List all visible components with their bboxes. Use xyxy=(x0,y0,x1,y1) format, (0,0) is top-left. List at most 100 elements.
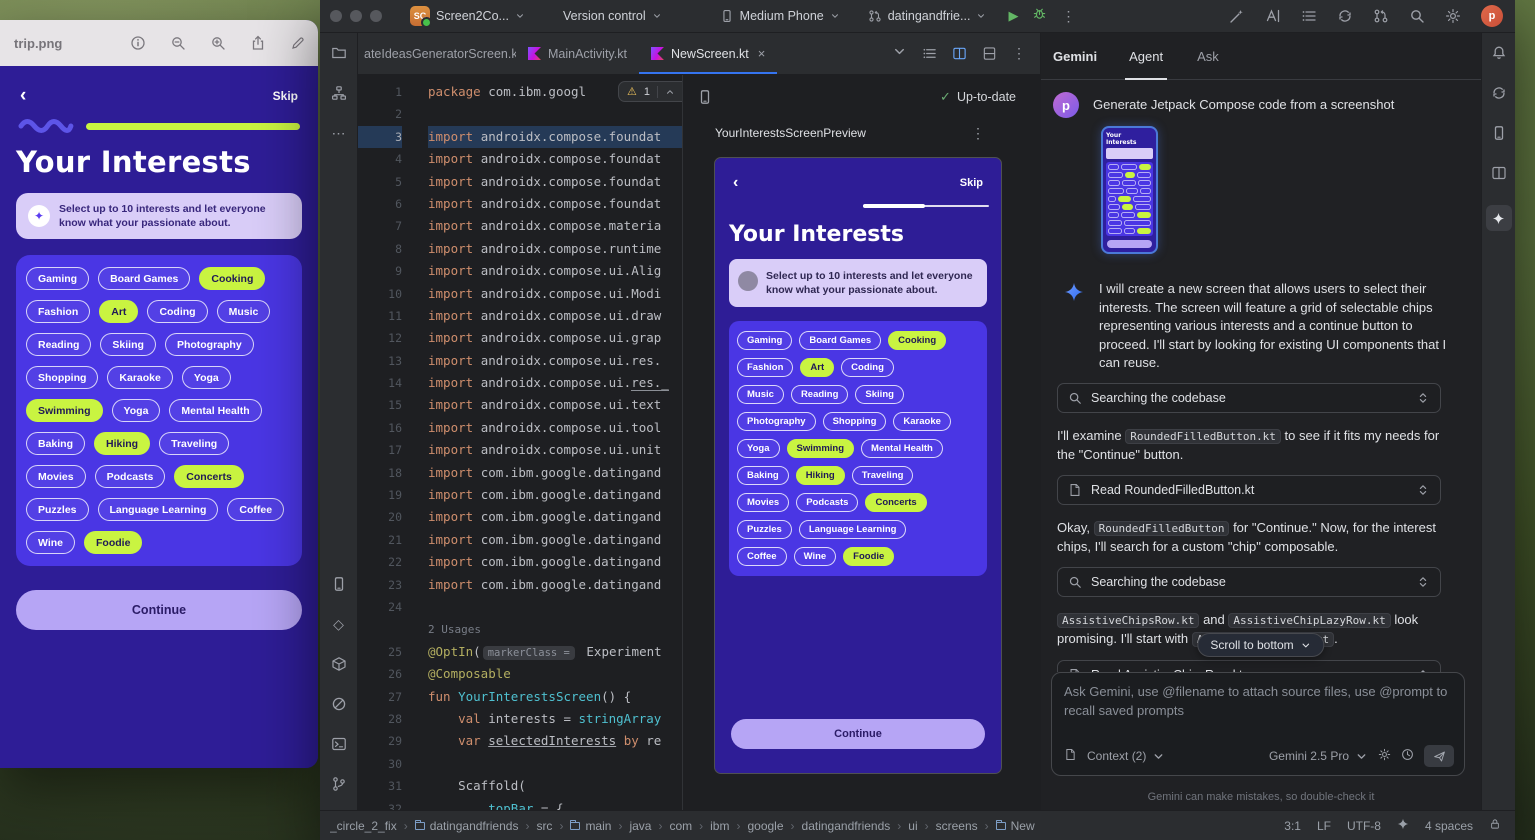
interest-chip: Art xyxy=(800,358,834,377)
run-config-selector[interactable]: datingandfrie... xyxy=(868,9,987,23)
gemini-input-box[interactable]: Context (2) Gemini 2.5 Pro xyxy=(1051,672,1465,776)
step-searching-codebase-1[interactable]: Searching the codebase xyxy=(1057,383,1441,413)
breadcrumb-item[interactable]: main xyxy=(570,819,611,833)
running-devices-icon[interactable] xyxy=(331,576,347,592)
sync-icon[interactable] xyxy=(1337,8,1353,24)
continue-button: Continue xyxy=(16,590,302,630)
run-button[interactable]: ▶ xyxy=(1008,8,1018,24)
interest-chip: Fashion xyxy=(737,358,793,377)
layout-inspector-icon[interactable] xyxy=(1491,165,1507,181)
expand-step-icon[interactable] xyxy=(1416,483,1430,497)
readonly-lock-icon[interactable] xyxy=(1489,818,1501,833)
notifications-icon[interactable] xyxy=(1491,45,1507,61)
expand-step-icon[interactable] xyxy=(1416,391,1430,405)
breadcrumb-item[interactable]: ibm xyxy=(710,819,729,833)
search-icon[interactable] xyxy=(1409,8,1425,24)
breadcrumb-item[interactable]: _circle_2_fix xyxy=(330,819,397,833)
code-view-icon[interactable] xyxy=(922,46,937,61)
ai-status-icon[interactable] xyxy=(1397,818,1409,833)
breadcrumb-item[interactable]: java xyxy=(629,819,651,833)
step-read-roundedfilledbutton[interactable]: Read RoundedFilledButton.kt xyxy=(1057,475,1441,505)
minimize-window-button[interactable] xyxy=(350,10,362,22)
inspection-widget[interactable]: ⚠ 1 xyxy=(618,81,682,102)
ai-rename-icon[interactable] xyxy=(1265,8,1281,24)
gemini-panel: Gemini Agent Ask p Generate Jetpack Comp… xyxy=(1040,33,1481,810)
terminal-icon[interactable] xyxy=(331,736,347,752)
split-view-icon[interactable] xyxy=(952,46,967,61)
expand-step-icon[interactable] xyxy=(1416,575,1430,589)
breadcrumb-item[interactable]: src xyxy=(536,819,552,833)
gemini-prompt-input[interactable] xyxy=(1064,683,1452,735)
device-selector[interactable]: Medium Phone xyxy=(720,9,840,23)
chat-history[interactable]: p Generate Jetpack Compose code from a s… xyxy=(1041,80,1481,672)
project-selector[interactable]: SC Screen2Co... xyxy=(410,6,525,26)
breadcrumb-item[interactable]: datingandfriends xyxy=(802,819,891,833)
tab-ask[interactable]: Ask xyxy=(1193,33,1223,79)
interest-chip: Podcasts xyxy=(95,465,166,488)
more-actions-icon[interactable]: ⋮ xyxy=(1061,8,1075,25)
breadcrumb-item[interactable]: screens xyxy=(936,819,978,833)
interest-chip: Fashion xyxy=(26,300,90,323)
prev-problem-icon[interactable] xyxy=(665,87,675,97)
interest-chip: Reading xyxy=(26,333,91,356)
code-editor[interactable]: 1234567891011121314151617181920212223242… xyxy=(358,75,682,810)
pull-request-icon[interactable] xyxy=(1373,8,1389,24)
line-ending[interactable]: LF xyxy=(1317,819,1331,833)
gemini-tool-icon[interactable] xyxy=(1486,205,1512,231)
tab-agent[interactable]: Agent xyxy=(1125,33,1167,79)
code-lines[interactable]: package com.ibm.googlimport androidx.com… xyxy=(416,75,682,810)
settings-icon[interactable] xyxy=(1445,8,1461,24)
gradle-sync-icon[interactable] xyxy=(1491,85,1507,101)
file-encoding[interactable]: UTF-8 xyxy=(1347,819,1381,833)
version-control-icon[interactable] xyxy=(331,776,347,792)
preview-options-icon[interactable]: ⋮ xyxy=(971,125,985,142)
breadcrumb-item[interactable]: com xyxy=(669,819,692,833)
build-icon[interactable] xyxy=(331,656,347,672)
send-button[interactable] xyxy=(1424,745,1454,767)
breadcrumb-item[interactable]: ui xyxy=(908,819,917,833)
caret-position[interactable]: 3:1 xyxy=(1284,819,1301,833)
screen-title: Your Interests xyxy=(16,145,302,179)
desktop-wallpaper: trip.png ‹ Skip Your Interests ✦ Select xyxy=(0,0,1535,840)
zoom-in-icon[interactable] xyxy=(210,35,226,51)
device-manager-icon[interactable] xyxy=(1491,125,1507,141)
close-window-button[interactable] xyxy=(330,10,342,22)
share-icon[interactable] xyxy=(250,35,266,51)
hidden-tabs-icon[interactable] xyxy=(892,44,907,64)
device-streaming-icon[interactable] xyxy=(1229,8,1245,24)
resource-manager-icon[interactable] xyxy=(331,85,347,101)
tab-newscreen[interactable]: NewScreen.kt × xyxy=(639,33,777,74)
breadcrumb-item[interactable]: google xyxy=(747,819,783,833)
debug-button[interactable] xyxy=(1032,6,1047,26)
context-attach-icon[interactable] xyxy=(1064,748,1077,764)
editor-options-icon[interactable]: ⋮ xyxy=(1012,45,1026,62)
zoom-out-icon[interactable] xyxy=(170,35,186,51)
app-insights-icon[interactable]: ◇ xyxy=(333,616,344,632)
problems-icon[interactable] xyxy=(331,696,347,712)
model-selector[interactable]: Gemini 2.5 Pro xyxy=(1269,749,1368,763)
interest-chip: Karaoke xyxy=(107,366,172,389)
scroll-to-bottom-button[interactable]: Scroll to bottom xyxy=(1197,633,1324,657)
breadcrumb-item[interactable]: datingandfriends xyxy=(415,819,519,833)
context-selector[interactable]: Context (2) xyxy=(1087,749,1165,763)
project-tool-icon[interactable] xyxy=(331,45,347,61)
build-refresh-icon[interactable] xyxy=(697,89,713,105)
markup-icon[interactable] xyxy=(290,35,306,51)
breadcrumb-item[interactable]: New xyxy=(996,819,1035,833)
tab-dateideasgeneratorscreen[interactable]: ateIdeasGeneratorScreen.kt xyxy=(358,33,516,74)
more-tools-icon[interactable]: ⋯ xyxy=(332,125,346,141)
zoom-window-button[interactable] xyxy=(370,10,382,22)
indent-setting[interactable]: 4 spaces xyxy=(1425,819,1473,833)
step-searching-codebase-2[interactable]: Searching the codebase xyxy=(1057,567,1441,597)
attached-screenshot-thumbnail[interactable]: Your Interests xyxy=(1101,126,1158,254)
vcs-widget[interactable]: Version control xyxy=(563,9,662,23)
close-tab-icon[interactable]: × xyxy=(758,46,766,61)
step-read-assistivechipsrow[interactable]: Read AssistiveChipsRow.kt xyxy=(1057,660,1441,673)
user-avatar[interactable]: p xyxy=(1481,5,1503,27)
info-icon[interactable] xyxy=(130,35,146,51)
history-icon[interactable] xyxy=(1401,748,1414,764)
preview-layout-icon[interactable] xyxy=(982,46,997,61)
tab-mainactivity[interactable]: MainActivity.kt xyxy=(516,33,639,74)
task-list-icon[interactable] xyxy=(1301,8,1317,24)
gemini-settings-icon[interactable] xyxy=(1378,748,1391,764)
